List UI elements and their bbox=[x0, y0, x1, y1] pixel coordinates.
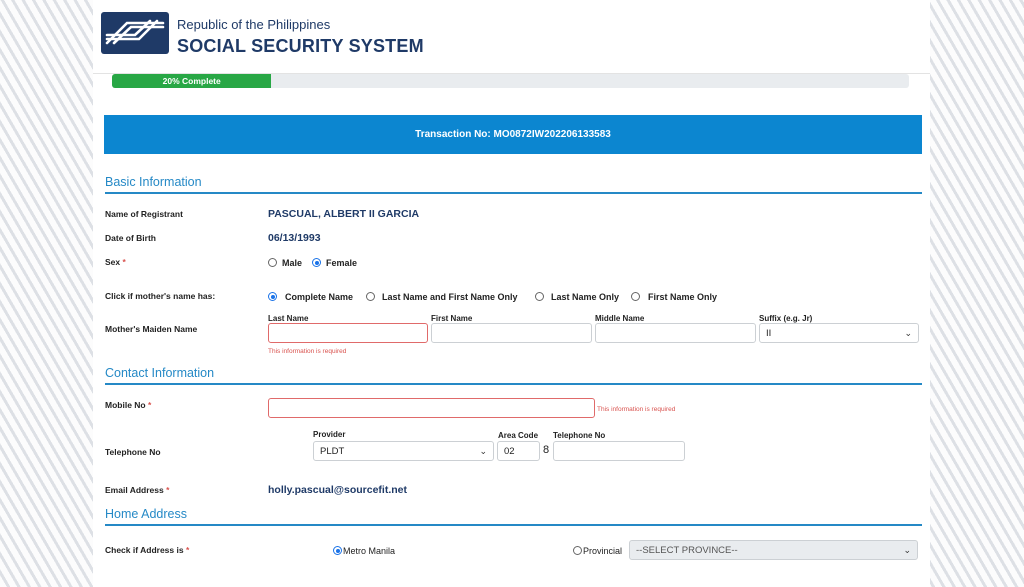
last-name-label: Last Name bbox=[268, 314, 309, 323]
last-name-error: This information is required bbox=[268, 348, 347, 355]
registration-form-page: Republic of the Philippines SOCIAL SECUR… bbox=[93, 0, 930, 587]
sex-label: Sex * bbox=[105, 257, 126, 267]
section-title: Contact Information bbox=[105, 366, 215, 380]
mother-first-name-input[interactable] bbox=[431, 323, 592, 343]
section-title: Home Address bbox=[105, 507, 187, 521]
area-code-input[interactable]: 02 bbox=[497, 441, 540, 461]
telephone-prefix-digit: 8 bbox=[543, 444, 550, 456]
mother-option-last-first-label[interactable]: Last Name and First Name Only bbox=[382, 292, 518, 302]
telephone-row-label: Telephone No bbox=[105, 447, 161, 457]
suffix-select[interactable]: II ⌄ bbox=[759, 323, 919, 343]
basic-information-heading: Basic Information bbox=[105, 175, 922, 194]
province-placeholder: --SELECT PROVINCE-- bbox=[636, 544, 738, 556]
dob-label: Date of Birth bbox=[105, 233, 156, 243]
sex-male-label[interactable]: Male bbox=[282, 258, 302, 268]
email-label: Email Address * bbox=[105, 485, 170, 495]
section-title: Basic Information bbox=[105, 175, 202, 189]
sex-male-radio[interactable] bbox=[268, 258, 277, 267]
suffix-value: II bbox=[766, 327, 772, 339]
area-code-label: Area Code bbox=[498, 431, 539, 440]
metro-manila-label[interactable]: Metro Manila bbox=[343, 546, 395, 556]
chevron-down-icon: ⌄ bbox=[903, 544, 911, 555]
mother-option-label: Click if mother's name has: bbox=[105, 291, 216, 301]
progress-fill: 20% Complete bbox=[112, 74, 272, 88]
provincial-radio[interactable] bbox=[573, 546, 582, 555]
mobile-label: Mobile No * bbox=[105, 400, 152, 410]
metro-manila-radio[interactable] bbox=[333, 546, 342, 555]
sex-female-label[interactable]: Female bbox=[326, 258, 357, 268]
sex-female-radio[interactable] bbox=[312, 258, 321, 267]
email-value: holly.pascual@sourcefit.net bbox=[268, 484, 407, 496]
mother-option-last-only-label[interactable]: Last Name Only bbox=[551, 292, 619, 302]
mother-option-complete-label[interactable]: Complete Name bbox=[285, 292, 353, 302]
maiden-name-label: Mother's Maiden Name bbox=[105, 324, 198, 334]
mother-last-name-input[interactable] bbox=[268, 323, 428, 343]
mother-option-complete-radio[interactable] bbox=[268, 292, 277, 301]
dob-value: 06/13/1993 bbox=[268, 232, 321, 244]
middle-name-label: Middle Name bbox=[595, 314, 645, 323]
mother-middle-name-input[interactable] bbox=[595, 323, 756, 343]
progress-bar: 20% Complete bbox=[112, 74, 909, 88]
province-select[interactable]: --SELECT PROVINCE-- ⌄ bbox=[629, 540, 918, 560]
header-subtitle: Republic of the Philippines bbox=[177, 17, 331, 32]
chevron-down-icon: ⌄ bbox=[904, 327, 912, 338]
mother-option-first-only-radio[interactable] bbox=[631, 292, 640, 301]
telephone-label: Telephone No bbox=[553, 431, 606, 440]
provider-label: Provider bbox=[313, 430, 346, 439]
mother-option-first-only-label[interactable]: First Name Only bbox=[648, 292, 717, 302]
mobile-input[interactable] bbox=[268, 398, 595, 418]
mother-option-last-first-radio[interactable] bbox=[366, 292, 375, 301]
provincial-label[interactable]: Provincial bbox=[583, 546, 622, 556]
telephone-input[interactable] bbox=[553, 441, 685, 461]
chevron-down-icon: ⌄ bbox=[479, 445, 487, 456]
provider-value: PLDT bbox=[320, 445, 345, 457]
home-address-heading: Home Address bbox=[105, 507, 922, 526]
name-label: Name of Registrant bbox=[105, 209, 183, 219]
first-name-label: First Name bbox=[431, 314, 473, 323]
header-title: SOCIAL SECURITY SYSTEM bbox=[177, 36, 424, 56]
contact-information-heading: Contact Information bbox=[105, 366, 922, 385]
mobile-error: This information is required bbox=[597, 406, 676, 413]
provider-select[interactable]: PLDT ⌄ bbox=[313, 441, 494, 461]
name-value: PASCUAL, ALBERT II GARCIA bbox=[268, 208, 420, 220]
sss-logo-icon bbox=[101, 12, 169, 54]
mother-option-last-only-radio[interactable] bbox=[535, 292, 544, 301]
address-type-label: Check if Address is * bbox=[105, 545, 190, 555]
transaction-banner: Transaction No: MO0872IW202206133583 bbox=[104, 115, 922, 154]
suffix-label: Suffix (e.g. Jr) bbox=[759, 314, 813, 323]
